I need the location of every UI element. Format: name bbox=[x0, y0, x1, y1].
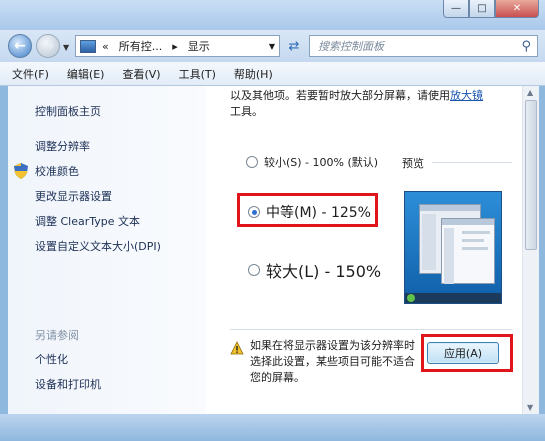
menu-edit[interactable]: 编辑(E) bbox=[65, 64, 107, 84]
control-panel-icon bbox=[80, 39, 96, 53]
refresh-icon: ⇄ bbox=[288, 38, 300, 54]
minimize-icon: — bbox=[451, 2, 461, 14]
address-dropdown-icon[interactable]: ▼ bbox=[269, 42, 275, 51]
radio-medium[interactable] bbox=[248, 206, 260, 218]
address-bar[interactable]: « 所有控... ▸ 显示 ▼ bbox=[75, 35, 280, 57]
preview-sidebar bbox=[422, 214, 436, 270]
uac-shield-icon bbox=[14, 163, 28, 179]
forward-button[interactable]: → bbox=[36, 34, 60, 58]
menu-help[interactable]: 帮助(H) bbox=[232, 64, 275, 84]
sidebar-link-home[interactable]: 控制面板主页 bbox=[35, 103, 101, 119]
option-medium[interactable]: 中等(M) - 125% bbox=[248, 202, 371, 222]
preview-line bbox=[462, 247, 488, 250]
scroll-up-icon[interactable]: ▲ bbox=[527, 88, 533, 97]
preview-sidebar bbox=[444, 228, 454, 284]
sidebar-link-resolution[interactable]: 调整分辨率 bbox=[35, 138, 90, 154]
preview-titlebar bbox=[420, 205, 480, 211]
menu-bar: 文件(F) 编辑(E) 查看(V) 工具(T) 帮助(H) bbox=[0, 62, 545, 86]
option-smaller[interactable]: 较小(S) - 100% (默认) bbox=[246, 154, 378, 170]
preview-titlebar bbox=[442, 219, 494, 225]
minimize-button[interactable]: — bbox=[443, 0, 469, 18]
title-bar: — □ ✕ bbox=[0, 0, 545, 30]
sidebar: 控制面板主页 调整分辨率 校准颜色 更改显示器设置 调整 ClearType 文… bbox=[8, 86, 206, 414]
window-bottom-frame bbox=[0, 414, 545, 441]
divider bbox=[230, 329, 512, 330]
breadcrumb-parent[interactable]: 所有控... bbox=[119, 38, 163, 54]
menu-view[interactable]: 查看(V) bbox=[120, 64, 162, 84]
preview-line bbox=[462, 231, 490, 234]
close-icon: ✕ bbox=[512, 2, 522, 14]
preview-line bbox=[462, 239, 484, 242]
navigation-bar: ← → ▼ « 所有控... ▸ 显示 ▼ ⇄ 搜索控制面板 ⚲ bbox=[0, 30, 545, 62]
back-arrow-icon: ← bbox=[14, 38, 26, 54]
sidebar-link-devices-printers[interactable]: 设备和打印机 bbox=[35, 376, 101, 392]
option-larger-label: 较大(L) - 150% bbox=[266, 262, 382, 281]
scroll-down-icon[interactable]: ▼ bbox=[527, 403, 533, 412]
close-button[interactable]: ✕ bbox=[495, 0, 539, 18]
menu-tools[interactable]: 工具(T) bbox=[177, 64, 218, 84]
magnifier-link[interactable]: 放大镜 bbox=[450, 89, 483, 102]
sidebar-link-cleartype[interactable]: 调整 ClearType 文本 bbox=[35, 213, 140, 229]
sidebar-link-display-settings[interactable]: 更改显示器设置 bbox=[35, 188, 112, 204]
breadcrumb-current[interactable]: 显示 bbox=[188, 38, 210, 54]
vertical-scrollbar[interactable]: ▲ ▼ bbox=[522, 86, 539, 414]
preview-window-front bbox=[441, 218, 495, 284]
breadcrumb-separator-icon[interactable]: ▸ bbox=[172, 40, 178, 53]
preview-label: 预览 bbox=[402, 157, 424, 170]
maximize-button[interactable]: □ bbox=[469, 0, 495, 18]
search-icon[interactable]: ⚲ bbox=[521, 39, 531, 54]
search-placeholder: 搜索控制面板 bbox=[318, 40, 384, 53]
preview-divider bbox=[432, 162, 512, 163]
warning-icon bbox=[230, 341, 244, 355]
main-content: 以及其他项。若要暂时放大部分屏幕，请使用放大镜 工具。 较小(S) - 100%… bbox=[206, 86, 522, 414]
recent-pages-dropdown-icon[interactable]: ▼ bbox=[63, 43, 69, 52]
apply-button[interactable]: 应用(A) bbox=[427, 342, 499, 364]
option-medium-label: 中等(M) - 125% bbox=[266, 205, 371, 221]
intro-text: 以及其他项。若要暂时放大部分屏幕，请使用放大镜 工具。 bbox=[230, 88, 510, 120]
option-larger[interactable]: 较大(L) - 150% bbox=[248, 258, 381, 282]
search-input[interactable]: 搜索控制面板 ⚲ bbox=[309, 35, 538, 57]
maximize-icon: □ bbox=[477, 2, 487, 14]
preview-taskbar bbox=[405, 293, 501, 303]
radio-larger[interactable] bbox=[248, 264, 260, 276]
back-button[interactable]: ← bbox=[8, 34, 32, 58]
preview-image bbox=[404, 191, 502, 304]
breadcrumb-overflow[interactable]: « bbox=[102, 40, 109, 53]
see-also-heading: 另请参阅 bbox=[35, 329, 79, 342]
radio-smaller[interactable] bbox=[246, 156, 258, 168]
window-controls: — □ ✕ bbox=[443, 0, 539, 18]
sidebar-link-calibrate-color[interactable]: 校准颜色 bbox=[35, 163, 79, 179]
sidebar-link-custom-dpi[interactable]: 设置自定义文本大小(DPI) bbox=[35, 238, 161, 254]
preview-start-orb bbox=[407, 294, 415, 302]
option-smaller-label: 较小(S) - 100% (默认) bbox=[264, 156, 379, 169]
refresh-button[interactable]: ⇄ bbox=[283, 35, 305, 57]
warning-text: 如果在将显示器设置为该分辨率时选择此设置，某些项目可能不适合您的屏幕。 bbox=[250, 339, 415, 384]
intro-line-2: 工具。 bbox=[230, 105, 263, 118]
forward-arrow-icon: → bbox=[42, 38, 54, 54]
scroll-thumb[interactable] bbox=[525, 100, 537, 250]
sidebar-link-personalization[interactable]: 个性化 bbox=[35, 351, 68, 367]
intro-line-1: 以及其他项。若要暂时放大部分屏幕，请使用 bbox=[230, 89, 450, 102]
menu-file[interactable]: 文件(F) bbox=[10, 64, 51, 84]
